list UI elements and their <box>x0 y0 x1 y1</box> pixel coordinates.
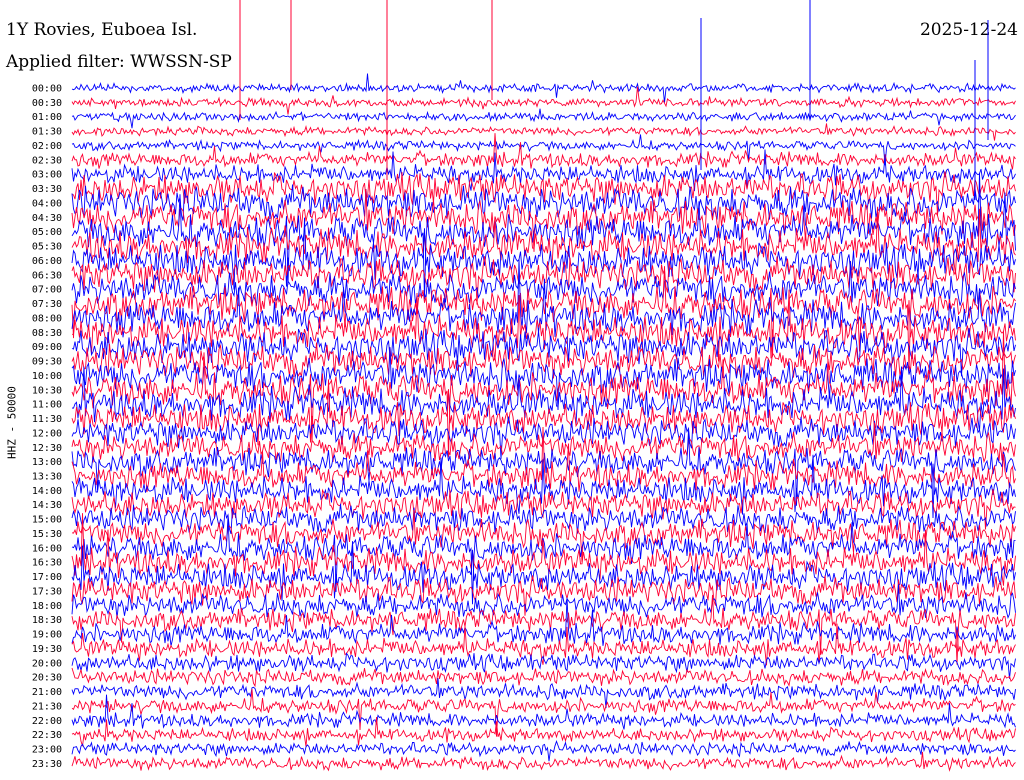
row-time-label: 23:30 <box>32 759 62 770</box>
seismic-trace-0200 <box>71 134 1016 166</box>
row-time-label: 16:30 <box>32 558 62 569</box>
row-time-label: 17:00 <box>32 572 62 583</box>
seismic-trace-0030 <box>71 86 1016 115</box>
trace-group <box>71 0 1016 772</box>
row-tick-group: 00:00 00:30 01:00 01:30 02:00 02:30 03:00 03:30… <box>32 84 62 770</box>
row-time-label: 03:00 <box>32 170 62 181</box>
seismic-trace-0100 <box>71 108 1016 129</box>
row-time-label: 00:30 <box>32 98 62 109</box>
seismogram-plot: 00:00 00:30 01:00 01:30 02:00 02:30 03:00 03:30… <box>32 0 1016 772</box>
seismic-trace-2330 <box>71 751 1016 772</box>
row-time-label: 14:00 <box>32 486 62 497</box>
row-time-label: 12:30 <box>32 443 62 454</box>
row-time-label: 18:30 <box>32 615 62 626</box>
row-time-label: 07:30 <box>32 299 62 310</box>
row-time-label: 16:00 <box>32 543 62 554</box>
row-time-label: 06:30 <box>32 270 62 281</box>
seismic-trace-2300 <box>71 740 1016 762</box>
row-time-label: 21:30 <box>32 701 62 712</box>
seismic-trace-1430 <box>71 488 1016 530</box>
row-time-label: 19:30 <box>32 644 62 655</box>
row-time-label: 11:30 <box>32 414 62 425</box>
row-time-label: 02:00 <box>32 141 62 152</box>
row-time-label: 10:00 <box>32 371 62 382</box>
row-time-label: 05:00 <box>32 227 62 238</box>
row-time-label: 15:00 <box>32 515 62 526</box>
row-time-label: 17:30 <box>32 586 62 597</box>
seismic-trace-0230 <box>71 133 1016 170</box>
row-time-label: 22:00 <box>32 716 62 727</box>
row-time-label: 18:00 <box>32 601 62 612</box>
seismic-trace-1530 <box>71 510 1016 563</box>
seismic-trace-2200 <box>71 694 1016 730</box>
row-time-label: 21:00 <box>32 687 62 698</box>
row-time-label: 08:00 <box>32 313 62 324</box>
row-time-label: 20:00 <box>32 658 62 669</box>
seismic-trace-0130 <box>71 123 1016 141</box>
row-time-label: 11:00 <box>32 400 62 411</box>
row-time-label: 10:30 <box>32 385 62 396</box>
row-time-label: 09:30 <box>32 357 62 368</box>
seismic-trace-2130 <box>71 688 1016 737</box>
row-time-label: 00:00 <box>32 84 62 95</box>
row-time-label: 04:30 <box>32 213 62 224</box>
row-time-label: 07:00 <box>32 285 62 296</box>
row-time-label: 22:30 <box>32 730 62 741</box>
row-time-label: 04:00 <box>32 198 62 209</box>
row-time-label: 06:00 <box>32 256 62 267</box>
seismic-trace-2030 <box>71 667 1016 688</box>
seismic-trace-1730 <box>71 575 1016 616</box>
row-time-label: 09:00 <box>32 342 62 353</box>
row-time-label: 01:30 <box>32 127 62 138</box>
row-time-label: 19:00 <box>32 630 62 641</box>
row-time-label: 02:30 <box>32 155 62 166</box>
row-time-label: 08:30 <box>32 328 62 339</box>
row-time-label: 05:30 <box>32 242 62 253</box>
row-time-label: 01:00 <box>32 112 62 123</box>
row-time-label: 12:00 <box>32 428 62 439</box>
row-time-label: 14:30 <box>32 500 62 511</box>
row-time-label: 13:00 <box>32 457 62 468</box>
row-time-label: 13:30 <box>32 471 62 482</box>
row-time-label: 03:30 <box>32 184 62 195</box>
row-time-label: 15:30 <box>32 529 62 540</box>
row-time-label: 23:00 <box>32 745 62 756</box>
row-time-label: 20:30 <box>32 673 62 684</box>
seismic-trace-0000 <box>71 73 1016 103</box>
